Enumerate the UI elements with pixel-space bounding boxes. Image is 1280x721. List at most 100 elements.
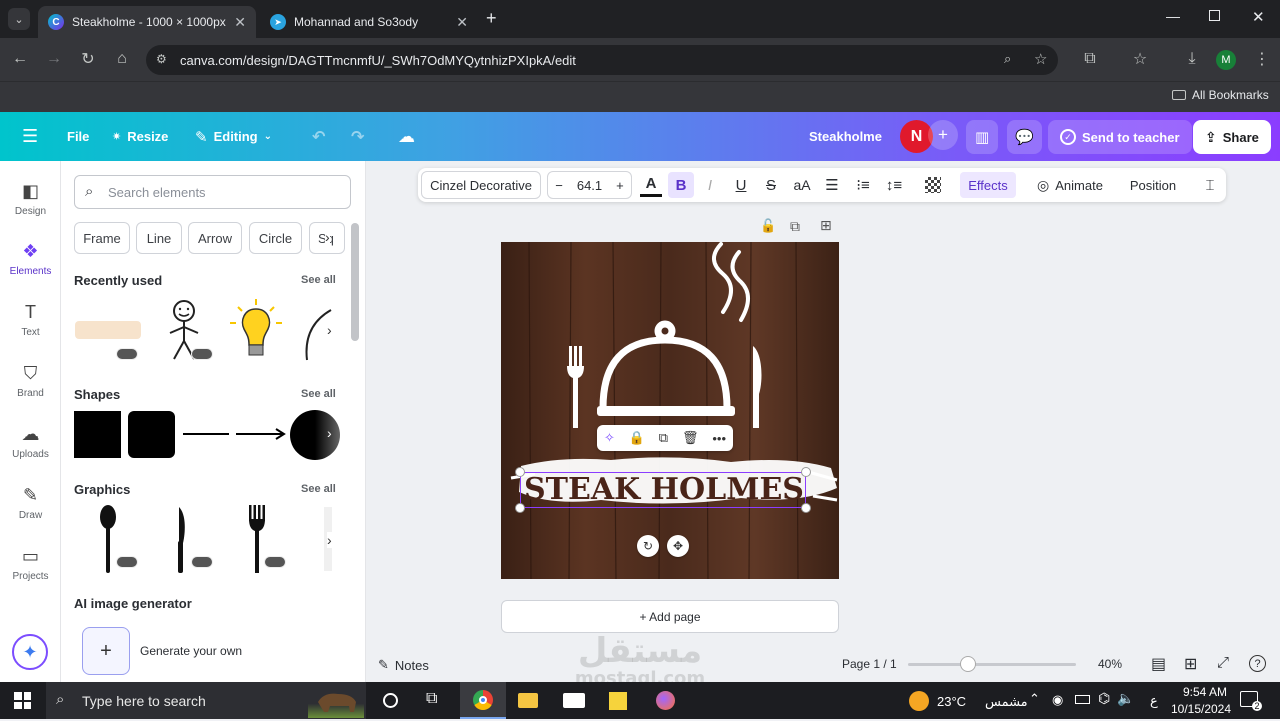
chevron-right-icon[interactable]: › bbox=[327, 322, 332, 338]
font-size-value[interactable]: 64.1 bbox=[577, 178, 602, 193]
file-menu-button[interactable]: File bbox=[67, 112, 89, 161]
resize-handle[interactable] bbox=[515, 503, 525, 513]
shape-circle[interactable] bbox=[290, 410, 340, 460]
input-language[interactable]: ع bbox=[1150, 693, 1158, 709]
clock-time[interactable]: 9:54 AM bbox=[1180, 685, 1230, 699]
spacing-icon[interactable]: ↕≡ bbox=[884, 168, 904, 202]
bold-icon[interactable]: B bbox=[668, 172, 694, 198]
clock-date[interactable]: 10/15/2024 bbox=[1170, 702, 1232, 716]
text-color-icon[interactable]: A bbox=[640, 173, 662, 197]
resize-handle[interactable] bbox=[801, 503, 811, 513]
graphic-fork[interactable] bbox=[247, 505, 267, 580]
align-center-icon[interactable]: ☰ bbox=[822, 168, 842, 202]
network-icon[interactable]: ⌬ bbox=[1098, 690, 1110, 707]
volume-icon[interactable]: 🔈 bbox=[1117, 690, 1134, 707]
weather-desc[interactable]: مشمس bbox=[985, 694, 1028, 710]
mail-icon[interactable] bbox=[563, 693, 585, 708]
menu-dots-icon[interactable]: ⋮ bbox=[1250, 47, 1274, 71]
recent-brush-stroke[interactable] bbox=[75, 321, 141, 339]
shape-square[interactable] bbox=[74, 411, 121, 458]
chrome-taskbar-icon[interactable] bbox=[460, 682, 506, 719]
see-all-shapes[interactable]: See all bbox=[301, 388, 336, 400]
italic-icon[interactable]: I bbox=[700, 168, 720, 202]
selection-box[interactable] bbox=[520, 472, 806, 508]
profile-avatar[interactable]: M bbox=[1216, 50, 1236, 70]
address-bar[interactable]: ⚙ canva.com/design/DAGTTmcnmfU/_SWh7OdMY… bbox=[146, 45, 1058, 75]
letter-case-icon[interactable]: aA bbox=[790, 168, 814, 202]
magic-assistant-button[interactable]: ✦ bbox=[12, 634, 48, 670]
close-tab-icon[interactable]: ✕ bbox=[456, 14, 468, 31]
rail-item-design[interactable]: ◧ Design bbox=[0, 181, 61, 217]
close-window-icon[interactable]: ✕ bbox=[1252, 8, 1265, 26]
weather-temp[interactable]: 23°C bbox=[937, 694, 966, 709]
trash-icon[interactable]: 🗑 bbox=[682, 430, 699, 446]
grid-view-icon[interactable]: ⊞ bbox=[1184, 654, 1197, 674]
pages-view-icon[interactable]: ▤ bbox=[1151, 654, 1166, 674]
generate-your-own-button[interactable]: + bbox=[82, 627, 130, 675]
font-family-select[interactable]: Cinzel Decorative bbox=[421, 171, 541, 199]
more-options-icon[interactable]: ••• bbox=[712, 431, 726, 446]
firefox-icon[interactable] bbox=[656, 691, 675, 710]
see-all-recent[interactable]: See all bbox=[301, 274, 336, 286]
resize-handle[interactable] bbox=[515, 467, 525, 477]
tab-telegram[interactable]: ➤ Mohannad and So3ody ✕ bbox=[260, 6, 478, 38]
resize-handle[interactable] bbox=[801, 467, 811, 477]
strikethrough-icon[interactable]: S bbox=[761, 168, 781, 202]
shape-rounded-square[interactable] bbox=[128, 411, 175, 458]
rail-item-uploads[interactable]: ☁ Uploads bbox=[0, 424, 61, 460]
see-all-graphics[interactable]: See all bbox=[301, 483, 336, 495]
chip-circle[interactable]: Circle bbox=[249, 222, 302, 254]
task-view-circle-icon[interactable] bbox=[383, 693, 398, 708]
downloads-icon[interactable]: ⤓ bbox=[1180, 47, 1204, 71]
chevron-right-icon[interactable]: › bbox=[327, 532, 332, 548]
recent-lightbulb[interactable] bbox=[226, 297, 286, 368]
zoom-level[interactable]: 40% bbox=[1098, 657, 1122, 671]
tab-search-button[interactable]: ⌄ bbox=[8, 8, 30, 30]
increase-size-icon[interactable]: + bbox=[616, 178, 624, 193]
shape-line[interactable] bbox=[183, 433, 229, 435]
close-tab-icon[interactable]: ✕ bbox=[234, 14, 246, 31]
file-explorer-icon[interactable] bbox=[518, 693, 538, 708]
help-icon[interactable]: ? bbox=[1249, 655, 1266, 672]
tray-app-icon[interactable]: ◉ bbox=[1052, 692, 1063, 708]
magic-edit-icon[interactable]: ✧ bbox=[604, 430, 615, 446]
zoom-slider-track[interactable] bbox=[908, 663, 1076, 666]
decrease-size-icon[interactable]: − bbox=[555, 178, 563, 193]
add-page-button[interactable]: + Add page bbox=[501, 600, 839, 633]
battery-icon[interactable] bbox=[1075, 695, 1090, 704]
send-to-teacher-button[interactable]: ✓ Send to teacher bbox=[1048, 120, 1192, 154]
zoom-icon[interactable]: ⌕ bbox=[1004, 51, 1011, 67]
font-size-control[interactable]: − 64.1 + bbox=[547, 171, 632, 199]
generate-your-own-label[interactable]: Generate your own bbox=[140, 644, 242, 658]
duplicate-icon[interactable]: ⧉ bbox=[659, 430, 668, 446]
duplicate-page-icon[interactable]: ⧉ bbox=[790, 218, 800, 235]
lock-icon[interactable]: 🔒 bbox=[629, 430, 645, 446]
lock-page-icon[interactable]: 🔓 bbox=[760, 218, 776, 234]
panel-scrollbar[interactable] bbox=[351, 223, 359, 341]
rail-item-brand[interactable]: ⛉ Brand bbox=[0, 363, 61, 399]
chip-frame[interactable]: Frame bbox=[74, 222, 130, 254]
extensions-icon[interactable]: ⧉ bbox=[1078, 47, 1102, 71]
search-input[interactable]: ⌕ Search elements bbox=[74, 175, 351, 209]
favorites-icon[interactable]: ☆ bbox=[1128, 47, 1152, 71]
forward-icon[interactable]: → bbox=[42, 47, 66, 71]
copy-style-icon[interactable]: ⌶ bbox=[1200, 168, 1220, 202]
home-icon[interactable]: ⌂ bbox=[110, 47, 134, 71]
site-info-icon[interactable]: ⚙ bbox=[156, 52, 167, 66]
tray-chevron-icon[interactable]: ⌃ bbox=[1029, 691, 1040, 707]
sticky-notes-icon[interactable] bbox=[609, 692, 627, 710]
design-title[interactable]: Steakholme bbox=[809, 112, 882, 161]
chip-line[interactable]: Line bbox=[136, 222, 182, 254]
add-collaborator-button[interactable]: + bbox=[928, 120, 958, 150]
undo-icon[interactable]: ↶ bbox=[312, 112, 325, 161]
rail-item-elements[interactable]: ❖ Elements bbox=[0, 241, 61, 277]
notifications-icon[interactable]: 2 bbox=[1240, 691, 1262, 711]
tab-steakholme[interactable]: C Steakholme - 1000 × 1000px - C ✕ bbox=[38, 6, 256, 38]
transparency-icon[interactable] bbox=[923, 168, 943, 202]
add-page-icon[interactable]: ⊞ bbox=[820, 217, 832, 234]
resize-button[interactable]: ✷ Resize bbox=[112, 112, 168, 161]
effects-button[interactable]: Effects bbox=[960, 172, 1016, 198]
move-handle-icon[interactable]: ✥ bbox=[667, 535, 689, 557]
new-tab-icon[interactable]: + bbox=[486, 8, 497, 29]
windows-start-icon[interactable] bbox=[14, 692, 31, 709]
